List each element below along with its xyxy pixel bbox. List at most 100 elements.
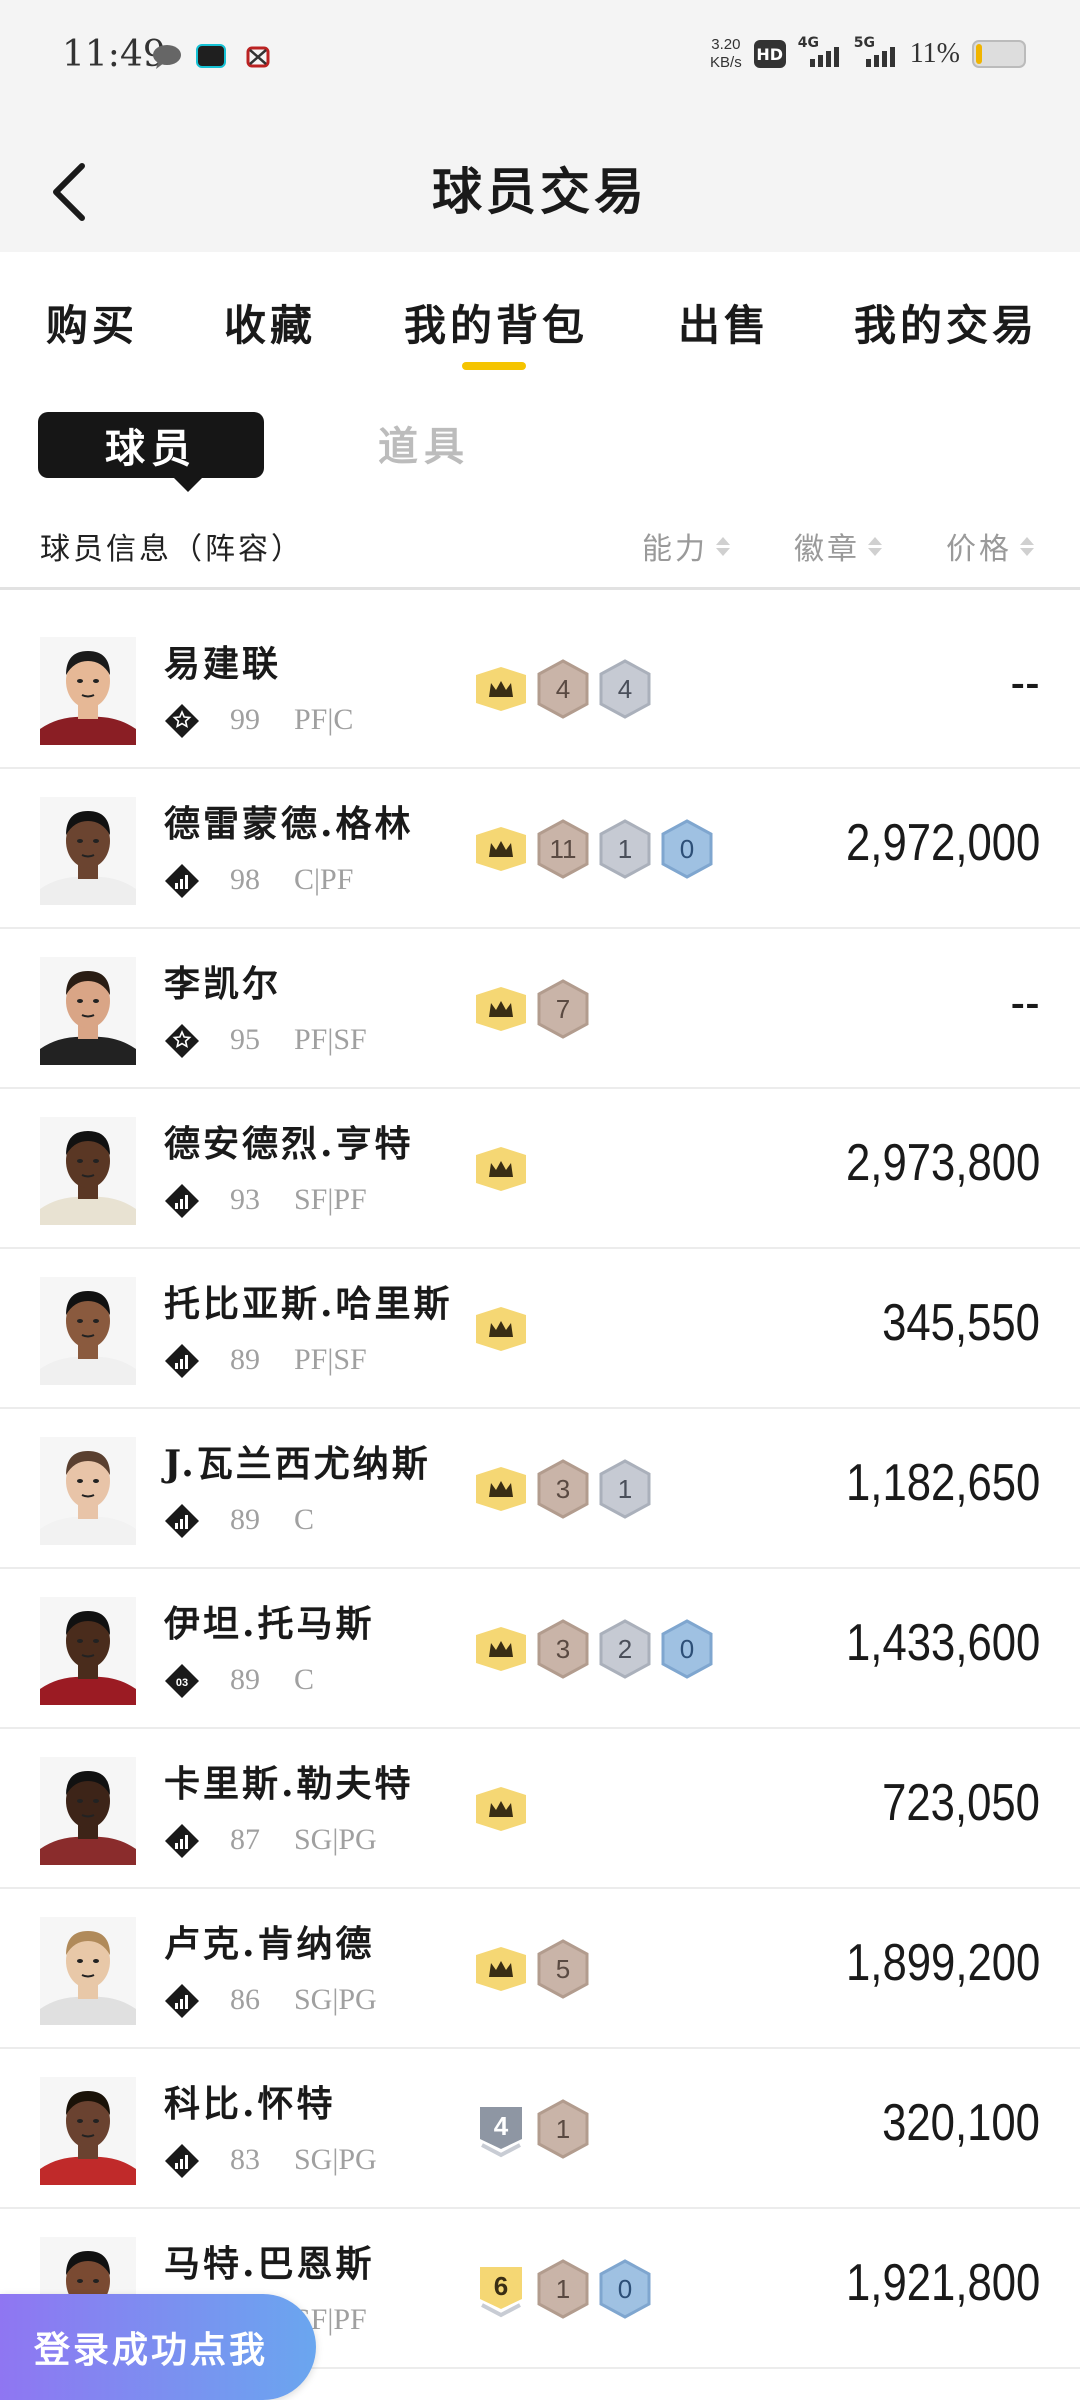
- bars-tier-icon: [164, 863, 200, 899]
- net-speed-unit: KB/s: [710, 54, 742, 71]
- player-price: 1,182,650: [845, 1454, 1040, 1512]
- crown-badge-icon: [474, 1139, 528, 1199]
- bars-tier-icon: [164, 1823, 200, 1859]
- bronze-badge-icon: 5: [536, 1939, 590, 1999]
- login-success-button[interactable]: 登录成功点我: [0, 2294, 316, 2400]
- player-row[interactable]: 科比.怀特 83 SG|PG 41 320,100: [0, 2049, 1080, 2209]
- crown-badge-icon: [474, 1939, 528, 1999]
- crown-badge-icon: [474, 1459, 528, 1519]
- tab-sell[interactable]: 出售: [678, 292, 770, 353]
- player-rating: 86: [230, 1983, 260, 2016]
- player-avatar: [40, 1597, 136, 1705]
- player-position: PF|C: [294, 703, 354, 736]
- subtab-pointer: [174, 478, 202, 492]
- sim1-label: 4G: [797, 35, 819, 51]
- player-row[interactable]: 托比亚斯.哈里斯 89 PF|SF 345,550: [0, 1249, 1080, 1409]
- player-position: SG|PG: [294, 1823, 377, 1856]
- badge-group: 5: [474, 1939, 590, 1999]
- player-row[interactable]: 德安德烈.亨特 93 SF|PF 2,973,800: [0, 1089, 1080, 1249]
- tab-buy[interactable]: 购买: [46, 292, 138, 353]
- bars-tier-icon: [164, 1183, 200, 1219]
- sort-ability[interactable]: 能力: [642, 524, 730, 568]
- player-name: 卢克.肯纳德: [164, 1923, 375, 1965]
- player-name: 李凯尔: [164, 963, 282, 1005]
- player-name: 易建联: [164, 643, 282, 685]
- player-row[interactable]: 卢克.肯纳德 86 SG|PG 5 1,899,200: [0, 1889, 1080, 2049]
- nav-bar: 球员交易: [0, 112, 1080, 252]
- subtab-items[interactable]: 道具: [378, 414, 470, 472]
- player-position: SF|PF: [294, 1183, 367, 1216]
- player-name: 马特.巴恩斯: [164, 2243, 375, 2285]
- player-rating: 89: [230, 1503, 260, 1536]
- battery-percent: 11%: [909, 38, 960, 69]
- player-rating: 89: [230, 1343, 260, 1376]
- active-tab-indicator: [462, 362, 526, 370]
- player-price: 723,050: [882, 1774, 1040, 1832]
- player-price: 345,550: [882, 1294, 1040, 1352]
- player-row[interactable]: 德雷蒙德.格林 98 C|PF 11 1 0 2,972,000: [0, 769, 1080, 929]
- sort-price-label: 价格: [946, 532, 1012, 567]
- player-avatar: [40, 1917, 136, 2025]
- status-time: 11:49: [62, 34, 166, 75]
- badge-group: [474, 1779, 528, 1839]
- player-name: J.瓦兰西尤纳斯: [164, 1443, 431, 1485]
- tab-my-trades[interactable]: 我的交易: [854, 292, 1038, 353]
- player-row[interactable]: 伊坦.托马斯 03 89 C 320 1,433,600: [0, 1569, 1080, 1729]
- crown-badge-icon: [474, 979, 528, 1039]
- player-rating: 83: [230, 2143, 260, 2176]
- subtab-players[interactable]: 球员: [38, 412, 264, 492]
- crown-badge-icon: [474, 1779, 528, 1839]
- bronze-badge-icon: 3: [536, 1619, 590, 1679]
- player-price: 2,973,800: [845, 1134, 1040, 1192]
- star-tier-icon: [164, 703, 200, 739]
- player-row[interactable]: J.瓦兰西尤纳斯 89 C 31 1,182,650: [0, 1409, 1080, 1569]
- player-list: 易建联 99 PF|C 44 -- 德雷蒙德.格林 98 C|PF 11 1 0 2…: [0, 609, 1080, 2369]
- tab-favorites[interactable]: 收藏: [224, 292, 316, 353]
- player-price: 1,921,800: [845, 2254, 1040, 2312]
- player-price: --: [1010, 654, 1040, 712]
- player-position: SG|PG: [294, 2143, 377, 2176]
- crown-badge-icon: [474, 819, 528, 879]
- player-rating: 87: [230, 1823, 260, 1856]
- player-rating: 89: [230, 1663, 260, 1696]
- svg-text:03: 03: [176, 1677, 188, 1689]
- player-row[interactable]: 卡里斯.勒夫特 87 SG|PG 723,050: [0, 1729, 1080, 1889]
- column-player-info: 球员信息（阵容）: [40, 532, 304, 567]
- player-avatar: [40, 1757, 136, 1865]
- crown-badge-icon: [474, 1619, 528, 1679]
- bronze-badge-icon: 1: [536, 2259, 590, 2319]
- player-avatar: [40, 1437, 136, 1545]
- bars-tier-icon: [164, 1983, 200, 2019]
- player-position: PF|SF: [294, 1023, 367, 1056]
- bars-tier-icon: [164, 1343, 200, 1379]
- status-bar: 11:49 3.20 KB/s HD 4G 5G 11%: [0, 0, 1080, 112]
- message-icon: [152, 44, 182, 69]
- signal-4g-icon: 4G: [798, 35, 842, 67]
- column-header: 球员信息（阵容） 能力 徽章 价格: [0, 510, 1080, 590]
- player-name: 德雷蒙德.格林: [164, 803, 414, 845]
- badge-group: 610: [474, 2259, 652, 2319]
- badge-group: 320: [474, 1619, 714, 1679]
- badge-group: 44: [474, 659, 652, 719]
- sort-icon: [1020, 536, 1034, 556]
- sort-badge[interactable]: 徽章: [794, 524, 882, 568]
- blue-badge-icon: 0: [660, 819, 714, 879]
- tab-my-backpack[interactable]: 我的背包: [404, 292, 588, 353]
- battery-icon: [972, 40, 1026, 68]
- page-title: 球员交易: [432, 162, 648, 221]
- main-tabs: 购买 收藏 我的背包 出售 我的交易: [0, 252, 1080, 382]
- player-position: C: [294, 1503, 315, 1536]
- player-price: 320,100: [882, 2094, 1040, 2152]
- game-app-icon: [244, 44, 272, 68]
- player-price: 2,972,000: [845, 814, 1040, 872]
- sort-price[interactable]: 价格: [946, 524, 1034, 568]
- bronze-badge-icon: 4: [536, 659, 590, 719]
- player-price: 1,433,600: [845, 1614, 1040, 1672]
- silver-badge-icon: 1: [598, 1459, 652, 1519]
- player-row[interactable]: 李凯尔 95 PF|SF 7 --: [0, 929, 1080, 1089]
- player-row[interactable]: 易建联 99 PF|C 44 --: [0, 609, 1080, 769]
- bronze-badge-icon: 1: [536, 2099, 590, 2159]
- player-position: PF|SF: [294, 1343, 367, 1376]
- player-position: SG|PG: [294, 1983, 377, 2016]
- bronze-badge-icon: 3: [536, 1459, 590, 1519]
